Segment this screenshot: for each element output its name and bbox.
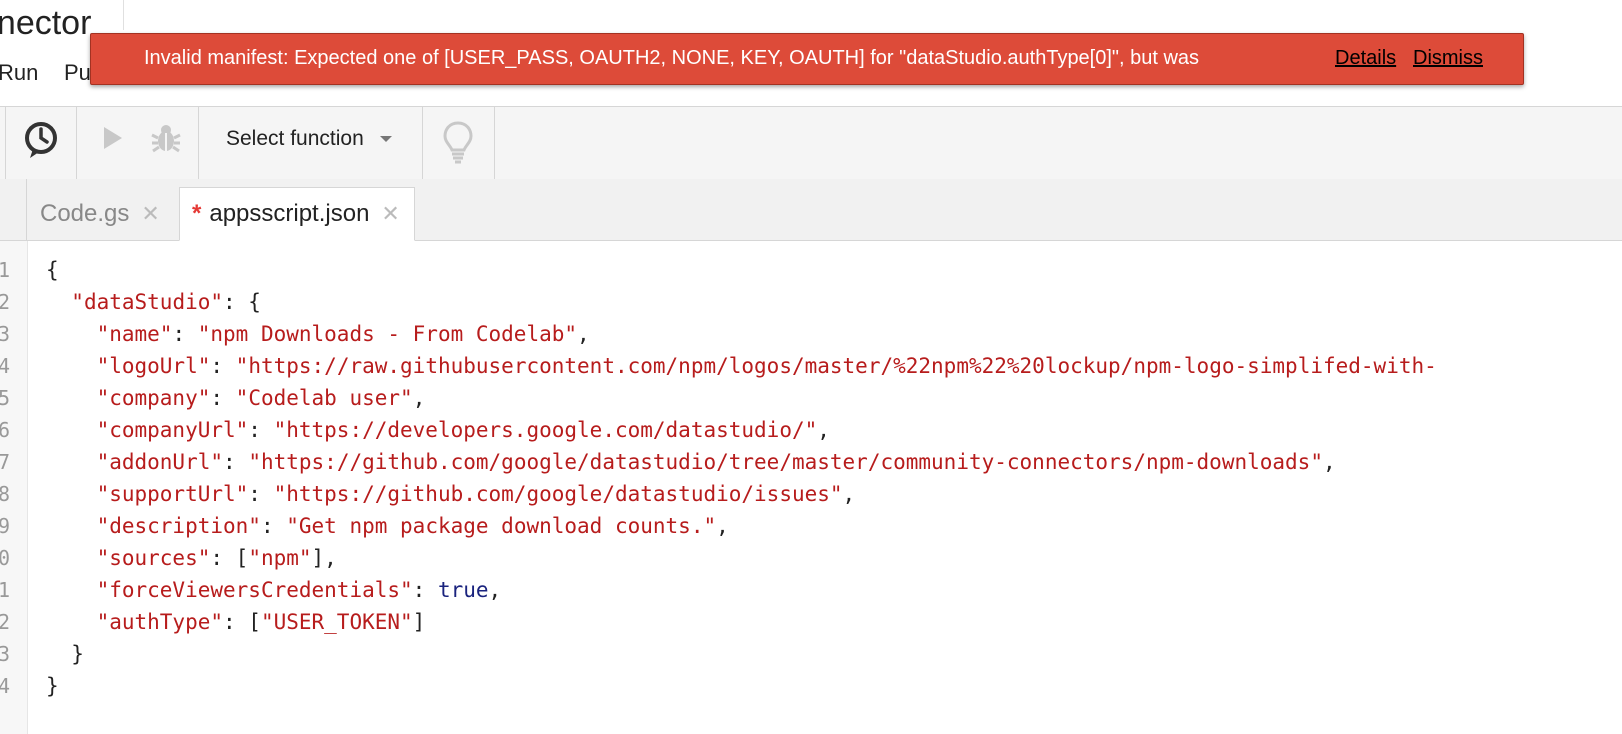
code-editor[interactable]: 1 2 3 4 5 6 7 8 9 0 1 2 3 4 { "dataStudio": { "name":… [0, 241, 1622, 734]
tab-appsscript-json[interactable]: * appsscript.json ✕ [179, 187, 415, 241]
code-line: "supportUrl": "https://github.com/google… [96, 482, 856, 506]
tab-label: Code.gs [40, 199, 130, 227]
select-function-label: Select function [226, 127, 364, 150]
error-banner: Invalid manifest: Expected one of [USER_… [90, 33, 1524, 85]
line-number: 9 [0, 514, 10, 538]
tab-bar-edge [0, 179, 27, 240]
close-icon[interactable]: ✕ [141, 201, 159, 227]
line-number: 2 [0, 290, 10, 314]
banner-message: Invalid manifest: Expected one of [USER_… [144, 47, 1200, 69]
title-divider [123, 0, 124, 30]
toolbar-divider [198, 107, 199, 179]
line-number: 3 [0, 322, 10, 346]
project-title[interactable]: nnector [0, 0, 91, 50]
line-number: 4 [0, 674, 10, 698]
tab-code-gs[interactable]: Code.gs ✕ [40, 187, 160, 240]
line-number: 4 [0, 354, 10, 378]
code-line: "addonUrl": "https://github.com/google/d… [96, 450, 1336, 474]
toolbar: Select function [0, 106, 1622, 180]
line-number: 1 [0, 258, 10, 282]
tab-label: appsscript.json [209, 200, 370, 227]
code-line: "authType": ["USER_TOKEN"] [96, 610, 426, 634]
code-line: "company": "Codelab user", [96, 386, 426, 410]
code-line: "name": "npm Downloads - From Codelab", [96, 322, 590, 346]
dismiss-link[interactable]: Dismiss [1413, 47, 1483, 70]
modified-icon: * [192, 200, 202, 227]
line-number: 7 [0, 450, 10, 474]
toolbar-divider [76, 107, 77, 179]
line-number: 1 [0, 578, 10, 602]
line-number-gutter: 1 2 3 4 5 6 7 8 9 0 1 2 3 4 [0, 241, 28, 734]
code-line: "forceViewersCredentials": true, [96, 578, 502, 602]
chevron-down-icon [379, 136, 392, 142]
close-icon[interactable]: ✕ [381, 201, 399, 227]
toolbar-divider [494, 107, 495, 179]
file-tab-bar: Code.gs ✕ * appsscript.json ✕ [0, 179, 1622, 241]
line-number: 6 [0, 418, 10, 442]
code-line: "dataStudio": { [71, 290, 261, 314]
code-line: { [46, 258, 59, 282]
menu-publish[interactable]: Pu [64, 60, 91, 86]
lightbulb-icon[interactable] [438, 117, 478, 167]
details-link[interactable]: Details [1335, 47, 1396, 70]
code-content[interactable]: { "dataStudio": { "name": "npm Downloads… [46, 254, 1437, 702]
bug-icon[interactable] [148, 121, 184, 157]
menu-run[interactable]: Run [0, 60, 38, 86]
line-number: 3 [0, 642, 10, 666]
line-number: 8 [0, 482, 10, 506]
line-number: 2 [0, 610, 10, 634]
toolbar-divider [5, 107, 6, 179]
code-line: } [46, 642, 84, 666]
code-line: "logoUrl": "https://raw.githubuserconten… [96, 354, 1437, 378]
code-line: } [46, 674, 59, 698]
code-line: "companyUrl": "https://developers.google… [96, 418, 830, 442]
play-icon[interactable] [98, 123, 128, 153]
toolbar-divider [422, 107, 423, 179]
clock-icon[interactable] [18, 117, 64, 163]
line-number: 0 [0, 546, 10, 570]
select-function-dropdown[interactable]: Select function [226, 127, 392, 151]
line-number: 5 [0, 386, 10, 410]
code-line: "description": "Get npm package download… [96, 514, 729, 538]
code-line: "sources": ["npm"], [96, 546, 337, 570]
